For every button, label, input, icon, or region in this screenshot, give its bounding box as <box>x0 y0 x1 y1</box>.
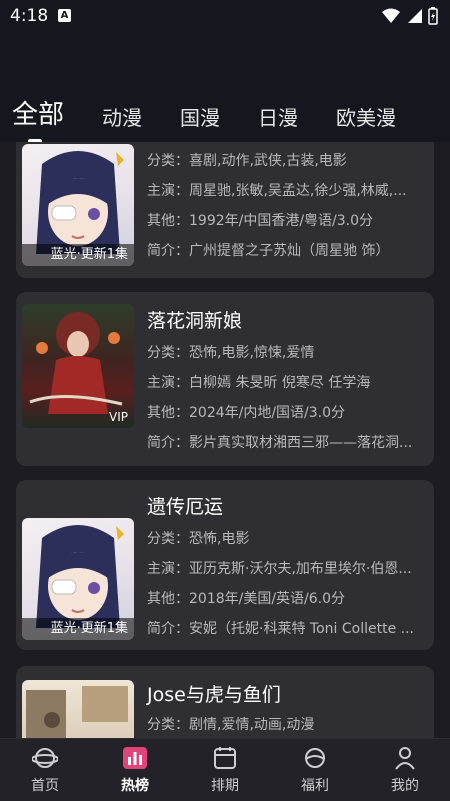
list-item[interactable]: 蓝光·更新1集 分类：喜剧,动作,武侠,古装,电影 主演：周星驰,张敏,吴孟达,… <box>16 142 434 278</box>
nav-welfare[interactable]: 福利 <box>270 739 360 801</box>
genre-text: 分类：喜剧,动作,武侠,古装,电影 <box>147 153 347 169</box>
nav-label: 福利 <box>301 778 329 794</box>
app-notification-icon: A <box>58 9 71 22</box>
tab-all[interactable]: 全部 <box>12 94 64 143</box>
status-bar: 4:18 A <box>0 0 450 32</box>
category-tabs: 全部 动漫 国漫 日漫 欧美漫 <box>12 94 434 143</box>
status-icons <box>382 7 438 25</box>
scene-illustration <box>26 686 128 738</box>
tab-western-anime[interactable]: 欧美漫 <box>336 102 396 131</box>
info-text: 其他：1992年/中国香港/粤语/3.0分 <box>147 213 374 229</box>
intro-text: 简介：广州提督之子苏灿（周星驰 饰） <box>147 243 390 259</box>
home-planet-icon <box>32 748 58 768</box>
nav-profile[interactable]: 我的 <box>360 739 450 801</box>
cast-text: 主演：白柳嫣 朱旻昕 倪寒尽 任学海 <box>147 375 371 391</box>
title-text: Jose与虎与鱼们 <box>147 684 281 706</box>
poster-image: 蓝光·更新1集 <box>22 518 134 640</box>
poster-badge: 蓝光·更新1集 <box>22 618 134 640</box>
nav-label: 我的 <box>391 778 419 794</box>
genre-text: 分类：恐怖,电影,惊悚,爱情 <box>147 345 315 361</box>
vip-badge: VIP <box>109 410 128 424</box>
nav-label: 首页 <box>31 778 59 794</box>
tab-japanese-anime[interactable]: 日漫 <box>258 102 298 131</box>
list-item[interactable]: VIP 落花洞新娘 分类：恐怖,电影,惊悚,爱情 主演：白柳嫣 朱旻昕 倪寒尽 … <box>16 292 434 466</box>
list-item[interactable]: Jose与虎与鱼们 分类：剧情,爱情,动画,动漫 <box>16 666 434 738</box>
nav-home[interactable]: 首页 <box>0 739 90 801</box>
battery-icon <box>428 7 438 25</box>
tab-chinese-anime[interactable]: 国漫 <box>180 102 220 131</box>
title-text: 落花洞新娘 <box>147 310 243 332</box>
genre-text: 分类：恐怖,电影 <box>147 531 250 547</box>
poster-image: 蓝光·更新1集 <box>22 144 134 266</box>
nav-label: 热榜 <box>121 778 149 794</box>
calendar-icon <box>214 747 236 769</box>
gift-icon <box>305 748 325 768</box>
genre-text: 分类：剧情,爱情,动画,动漫 <box>147 717 315 733</box>
nav-schedule[interactable]: 排期 <box>180 739 270 801</box>
content-list[interactable]: 蓝光·更新1集 分类：喜剧,动作,武侠,古装,电影 主演：周星驰,张敏,吴孟达,… <box>0 142 450 738</box>
poster-image: VIP <box>22 304 134 428</box>
chart-icon <box>123 747 147 769</box>
list-item[interactable]: 蓝光·更新1集 遗传厄运 分类：恐怖,电影 主演：亚历克斯·沃尔夫,加布里埃尔·… <box>16 480 434 650</box>
cast-text: 主演：周星驰,张敏,吴孟达,徐少强,林威,... <box>147 183 407 199</box>
user-icon <box>395 747 415 770</box>
wifi-icon <box>382 8 400 23</box>
nav-hot[interactable]: 热榜 <box>90 739 180 801</box>
bottom-nav: 首页 热榜 排期 福利 我的 <box>0 738 450 801</box>
tab-anime[interactable]: 动漫 <box>102 102 142 131</box>
nav-label: 排期 <box>211 778 239 794</box>
signal-icon <box>408 9 422 23</box>
intro-text: 简介：安妮（托妮·科莱特 Toni Collette ... <box>147 621 414 637</box>
poster-image <box>22 680 134 738</box>
title-text: 遗传厄运 <box>147 496 224 518</box>
intro-text: 简介：影片真实取材湘西三邪——落花洞... <box>147 435 413 451</box>
info-text: 其他：2018年/美国/英语/6.0分 <box>147 591 346 607</box>
info-text: 其他：2024年/内地/国语/3.0分 <box>147 405 346 421</box>
cast-text: 主演：亚历克斯·沃尔夫,加布里埃尔·伯恩... <box>147 561 412 577</box>
header: 全部 动漫 国漫 日漫 欧美漫 <box>0 32 450 143</box>
status-time: 4:18 <box>10 6 49 26</box>
poster-badge: 蓝光·更新1集 <box>22 244 134 266</box>
